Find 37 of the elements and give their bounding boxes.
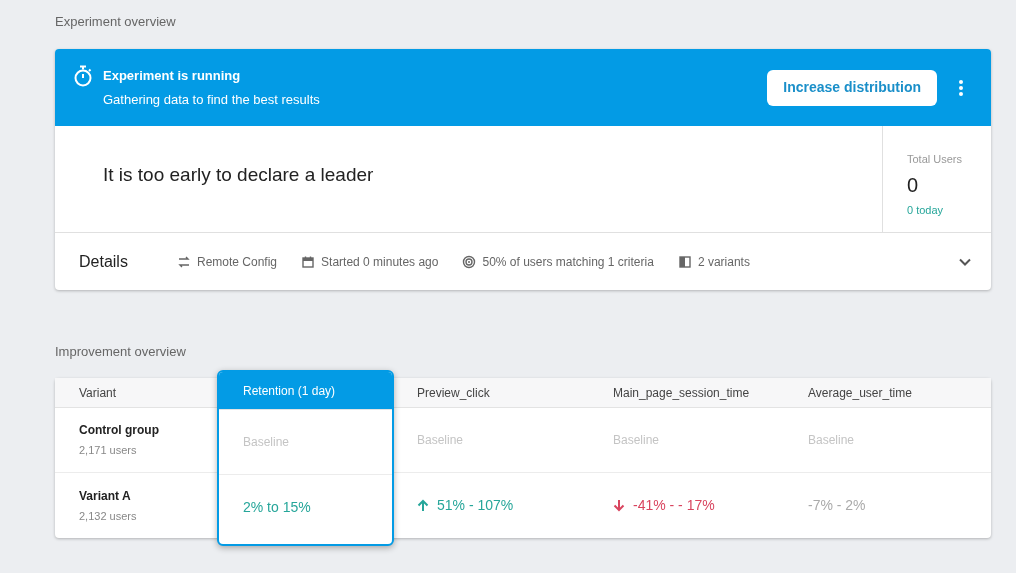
user-count: 2,171 users <box>79 443 138 459</box>
swap-arrows-icon <box>177 254 191 269</box>
baseline-text: Baseline <box>417 432 464 449</box>
improvement-range: 51% - 107% <box>437 496 514 515</box>
detail-text: Remote Config <box>197 253 278 271</box>
banner-subtitle: Gathering data to find the best results <box>103 91 320 109</box>
column-header[interactable]: Average_user_time <box>785 378 991 408</box>
total-users-value: 0 <box>907 172 920 198</box>
baseline-text: Baseline <box>613 432 660 449</box>
variant-name: Variant A <box>79 487 132 505</box>
detail-text: 50% of users matching 1 criteria <box>482 253 654 271</box>
expand-chevron-icon[interactable] <box>959 257 971 266</box>
total-users-label: Total Users <box>907 152 964 167</box>
improvement-range: -7% - 2% <box>808 496 866 515</box>
section-title: Experiment overview <box>55 13 177 31</box>
stopwatch-icon <box>73 65 93 87</box>
leader-headline: It is too early to declare a leader <box>103 163 375 187</box>
split-view-icon <box>677 254 692 269</box>
baseline-text: Baseline <box>808 432 855 449</box>
increase-distribution-button[interactable]: Increase distribution <box>767 69 937 106</box>
details-label: Details <box>79 251 129 272</box>
column-header[interactable]: Main_page_session_time <box>590 378 785 408</box>
target-icon <box>462 254 477 269</box>
column-header[interactable]: Variant <box>55 378 217 408</box>
variant-name: Control group <box>79 422 160 440</box>
detail-text: 2 variants <box>697 253 750 271</box>
detail-text: Started 0 minutes ago <box>321 253 439 271</box>
section-title: Improvement overview <box>55 343 187 361</box>
improvement-range: -41% - - 17% <box>633 496 715 515</box>
improvement-range: 2% to 15% <box>243 498 311 517</box>
baseline-text: Baseline <box>243 434 290 451</box>
more-icon[interactable] <box>959 79 963 96</box>
banner-title: Experiment is running <box>103 66 242 85</box>
calendar-icon <box>301 254 316 269</box>
user-count: 2,132 users <box>79 508 138 524</box>
users-today: 0 today <box>907 202 945 218</box>
column-header[interactable]: Preview_click <box>394 378 590 408</box>
